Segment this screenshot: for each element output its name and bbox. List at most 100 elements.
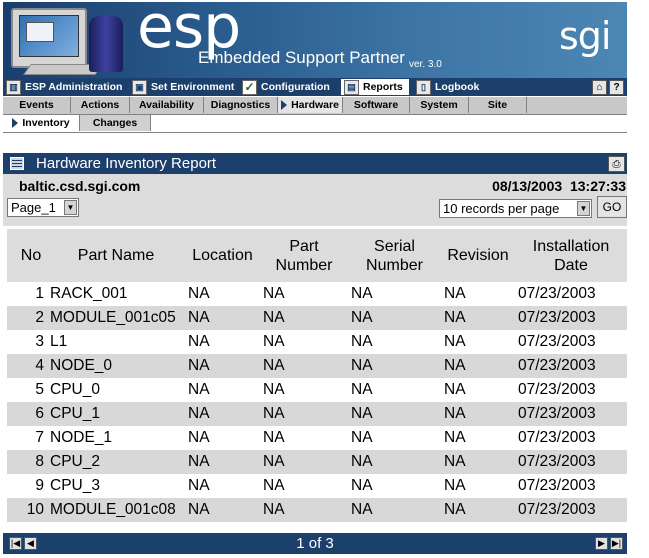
header-banner: esp Embedded Support Partner ver. 3.0 sg…: [3, 2, 627, 78]
table-row: 8 CPU_2 NA NA NA NA 07/23/2003: [7, 450, 627, 474]
cell-revision: NA: [441, 306, 515, 330]
tab-label: Inventory: [22, 117, 70, 129]
tab-system[interactable]: System: [410, 97, 469, 113]
column-header-text: Part Name: [77, 247, 155, 264]
cell-part-name: L1: [47, 330, 185, 354]
cell-installation-date: 07/23/2003: [515, 330, 627, 354]
server-icon: ▥: [6, 79, 21, 95]
nav-reports[interactable]: ▤ Reports: [341, 79, 409, 95]
nav-label: ESP Administration: [25, 81, 123, 93]
cell-serial-number: NA: [348, 354, 441, 378]
cell-installation-date: 07/23/2003: [515, 378, 627, 402]
cell-row-number: 8: [15, 450, 47, 474]
records-per-page-select[interactable]: 10 records per page ▼: [439, 199, 592, 218]
tab-inventory[interactable]: Inventory: [3, 115, 80, 131]
tab-changes[interactable]: Changes: [80, 115, 151, 131]
table-row: 7 NODE_1 NA NA NA NA 07/23/2003: [7, 426, 627, 450]
table-row: 10 MODULE_001c08 NA NA NA NA 07/23/2003: [7, 498, 627, 522]
cell-revision: NA: [441, 426, 515, 450]
cell-revision: NA: [441, 498, 515, 522]
tab-label: System: [420, 99, 458, 111]
cell-location: NA: [185, 450, 260, 474]
page-select[interactable]: Page_1 ▼: [7, 198, 79, 217]
cell-installation-date: 07/23/2003: [515, 354, 627, 378]
cell-revision: NA: [441, 354, 515, 378]
nav-label: Configuration: [261, 81, 330, 93]
table-row: 1 RACK_001 NA NA NA NA 07/23/2003: [7, 282, 627, 306]
tab-events[interactable]: Events: [3, 97, 71, 113]
cell-part-name: CPU_2: [47, 450, 185, 474]
cell-row-number: 2: [15, 306, 47, 330]
cell-part-name: NODE_1: [47, 426, 185, 450]
cell-row-number: 3: [15, 330, 47, 354]
cell-serial-number: NA: [348, 426, 441, 450]
report-title-bar: Hardware Inventory Report ⎙: [3, 153, 627, 174]
first-page-icon[interactable]: |◀: [9, 537, 22, 550]
page-indicator: 1 of 3: [296, 535, 334, 552]
nav-esp-administration[interactable]: ▥ ESP Administration: [3, 79, 125, 95]
report-datetime: 08/13/2003 13:27:33: [492, 178, 626, 194]
cell-location: NA: [185, 402, 260, 426]
nav-label: Reports: [363, 81, 403, 93]
column-header-text: Serial: [374, 237, 415, 255]
header-spacer: [7, 229, 15, 282]
cell-part-name: NODE_0: [47, 354, 185, 378]
cell-location: NA: [185, 354, 260, 378]
column-header-text: Date: [554, 256, 588, 274]
cell-part-number: NA: [260, 378, 348, 402]
cell-part-number: NA: [260, 450, 348, 474]
column-header-installation-date: Installation Date: [515, 229, 627, 282]
next-page-icon[interactable]: ▶: [595, 537, 608, 550]
row-spacer: [7, 330, 15, 354]
tab-site[interactable]: Site: [469, 97, 527, 113]
table-row: 5 CPU_0 NA NA NA NA 07/23/2003: [7, 378, 627, 402]
cell-installation-date: 07/23/2003: [515, 474, 627, 498]
tab-label: Software: [353, 99, 399, 111]
row-spacer: [7, 282, 15, 306]
chevron-down-icon: ▼: [577, 201, 590, 216]
cell-part-number: NA: [260, 330, 348, 354]
nav-logbook[interactable]: ▯ Logbook: [413, 79, 493, 95]
cell-part-number: NA: [260, 474, 348, 498]
go-button[interactable]: GO: [597, 196, 627, 218]
cell-part-number: NA: [260, 498, 348, 522]
cell-serial-number: NA: [348, 282, 441, 306]
nav-set-environment[interactable]: ▣ Set Environment: [129, 79, 237, 95]
report-date: 08/13/2003: [492, 178, 563, 194]
tab-hardware[interactable]: Hardware: [278, 97, 343, 113]
cell-serial-number: NA: [348, 474, 441, 498]
tab-software[interactable]: Software: [343, 97, 410, 113]
nav-configuration[interactable]: ✓ Configuration: [239, 79, 339, 95]
tab-label: Hardware: [291, 99, 339, 111]
home-icon[interactable]: ⌂: [592, 80, 607, 95]
column-header-no: No: [15, 229, 47, 282]
cell-revision: NA: [441, 282, 515, 306]
last-page-icon[interactable]: ▶|: [610, 537, 623, 550]
tab-label: Actions: [80, 99, 120, 111]
help-icon[interactable]: ?: [609, 80, 624, 95]
tab-label: Diagnostics: [210, 99, 271, 111]
cell-location: NA: [185, 306, 260, 330]
cell-installation-date: 07/23/2003: [515, 306, 627, 330]
print-icon[interactable]: ⎙: [608, 156, 625, 172]
cell-part-number: NA: [260, 426, 348, 450]
cell-location: NA: [185, 330, 260, 354]
column-header-part-number: Part Number: [260, 229, 348, 282]
tab-availability[interactable]: Availability: [130, 97, 204, 113]
cell-row-number: 4: [15, 354, 47, 378]
tab-actions[interactable]: Actions: [71, 97, 130, 113]
table-row: 3 L1 NA NA NA NA 07/23/2003: [7, 330, 627, 354]
table-row: 4 NODE_0 NA NA NA NA 07/23/2003: [7, 354, 627, 378]
column-header-serial-number: Serial Number: [348, 229, 441, 282]
cell-serial-number: NA: [348, 306, 441, 330]
cell-location: NA: [185, 474, 260, 498]
tab-diagnostics[interactable]: Diagnostics: [204, 97, 278, 113]
cell-serial-number: NA: [348, 450, 441, 474]
cell-row-number: 7: [15, 426, 47, 450]
cell-serial-number: NA: [348, 330, 441, 354]
row-spacer: [7, 402, 15, 426]
tab-label: Events: [19, 99, 54, 111]
page-select-value: Page_1: [11, 200, 56, 215]
previous-page-icon[interactable]: ◀: [24, 537, 37, 550]
column-header-location: Location: [185, 229, 260, 282]
